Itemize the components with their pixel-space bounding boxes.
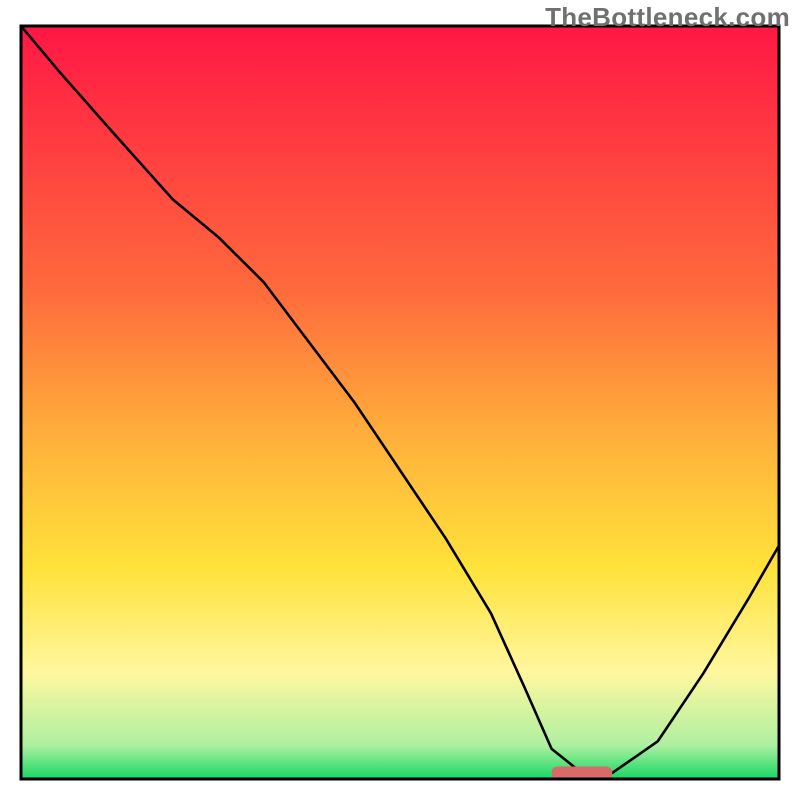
bottleneck-chart — [0, 0, 800, 800]
watermark-label: TheBottleneck.com — [545, 2, 790, 33]
plot-background — [21, 26, 779, 779]
chart-frame: TheBottleneck.com — [0, 0, 800, 800]
